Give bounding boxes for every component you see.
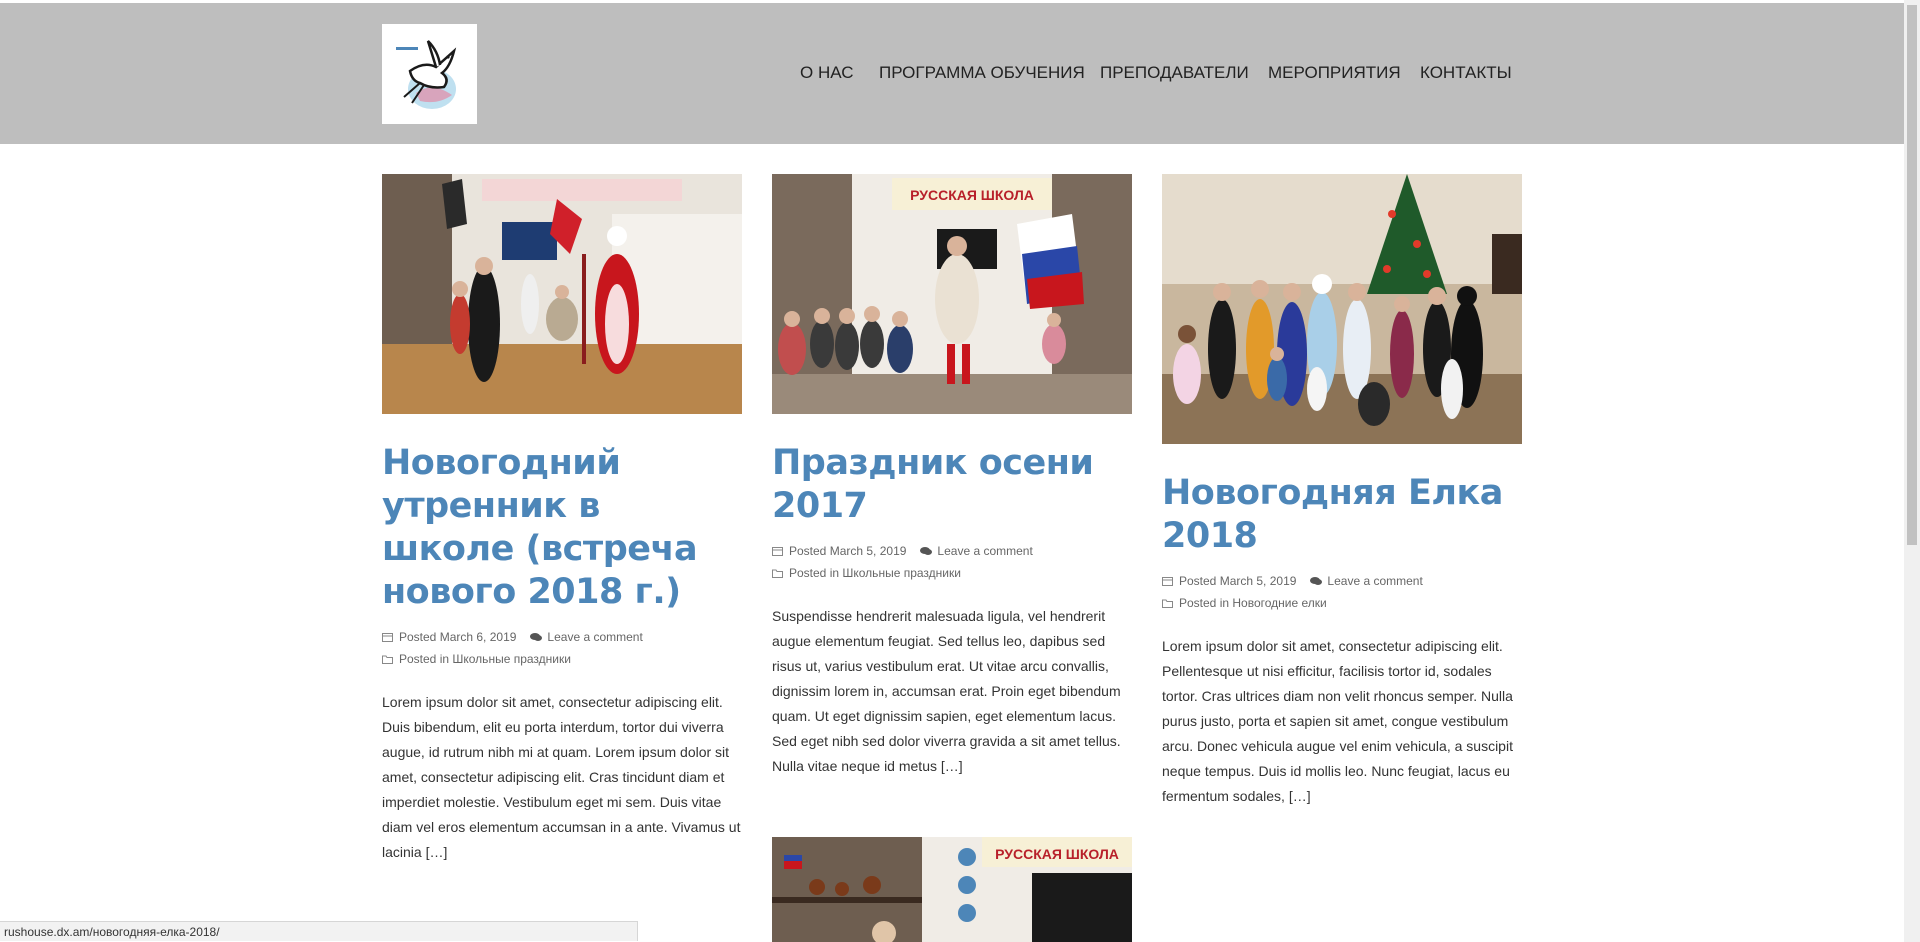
calendar-icon (382, 627, 393, 642)
post-title[interactable]: Новогодний утренник в школе (встреча нов… (382, 442, 742, 614)
photo-banner-text: РУССКАЯ ШКОЛА (995, 846, 1119, 862)
post-thumbnail[interactable]: РУССКАЯ ШКОЛА (772, 837, 1132, 942)
post-meta: Posted March 5, 2019 Leave a comment Post… (1162, 570, 1522, 614)
comment-icon (530, 627, 543, 641)
post-excerpt: Lorem ipsum dolor sit amet, consectetur … (382, 694, 741, 860)
dove-icon (395, 40, 456, 109)
posted-label: Posted (1179, 574, 1217, 588)
nav-item-teachers[interactable]: ПРЕПОДАВАТЕЛИ (1100, 63, 1249, 83)
calendar-icon (1162, 571, 1173, 586)
post-meta: Posted March 6, 2019 Leave a comment Post… (382, 626, 742, 670)
photo-banner-text: РУССКАЯ ШКОЛА (910, 187, 1034, 203)
post-title[interactable]: Праздник осени 2017 (772, 442, 1132, 528)
link-status-bar: rushouse.dx.am/новогодняя-елка-2018/ (0, 921, 638, 941)
nav-item-about[interactable]: О НАС (800, 63, 853, 83)
category-link[interactable]: Новогодние елки (1232, 596, 1326, 610)
category-link[interactable]: Школьные праздники (452, 652, 571, 666)
posted-label: Posted (399, 630, 437, 644)
folder-icon (382, 649, 393, 664)
folder-icon (1162, 593, 1173, 608)
post-card: РУССКАЯ ШКОЛА (772, 837, 1132, 942)
scrollbar-thumb[interactable] (1907, 5, 1917, 545)
nav-item-events[interactable]: МЕРОПРИЯТИЯ (1268, 63, 1401, 83)
category-link[interactable]: Школьные праздники (842, 566, 961, 580)
post-thumbnail[interactable]: РУССКАЯ ШКОЛА (772, 174, 1132, 414)
nav-item-program[interactable]: ПРОГРАММА ОБУЧЕНИЯ (879, 63, 1085, 83)
post-card: Новогодняя Елка 2018 Posted March 5, 201… (1162, 174, 1522, 809)
vertical-scrollbar[interactable] (1904, 0, 1920, 942)
nav-item-contacts[interactable]: КОНТАКТЫ (1420, 63, 1512, 83)
calendar-icon (772, 541, 783, 556)
posted-in-label: Posted in (789, 566, 840, 580)
comment-icon (1310, 571, 1323, 585)
leave-comment-link[interactable]: Leave a comment (547, 630, 642, 644)
post-date-link[interactable]: March 6, 2019 (440, 630, 517, 644)
posted-in-label: Posted in (1179, 596, 1230, 610)
post-thumbnail[interactable] (382, 174, 742, 414)
post-date-link[interactable]: March 5, 2019 (1220, 574, 1297, 588)
posted-label: Posted (789, 544, 827, 558)
post-excerpt: Suspendisse hendrerit malesuada ligula, … (772, 608, 1121, 774)
post-date-link[interactable]: March 5, 2019 (830, 544, 907, 558)
post-card: Новогодний утренник в школе (встреча нов… (382, 174, 742, 865)
site-logo[interactable] (382, 24, 477, 124)
site-header: О НАС ПРОГРАММА ОБУЧЕНИЯ ПРЕПОДАВАТЕЛИ М… (0, 3, 1904, 144)
post-excerpt: Lorem ipsum dolor sit amet, consectetur … (1162, 638, 1513, 804)
post-thumbnail[interactable] (1162, 174, 1522, 444)
posted-in-label: Posted in (399, 652, 450, 666)
leave-comment-link[interactable]: Leave a comment (1327, 574, 1422, 588)
post-title[interactable]: Новогодняя Елка 2018 (1162, 472, 1522, 558)
comment-icon (920, 541, 933, 555)
post-meta: Posted March 5, 2019 Leave a comment Post… (772, 540, 1132, 584)
folder-icon (772, 563, 783, 578)
post-card: РУССКАЯ ШКОЛА Праздник осени 2017 Posted… (772, 174, 1132, 779)
leave-comment-link[interactable]: Leave a comment (937, 544, 1032, 558)
